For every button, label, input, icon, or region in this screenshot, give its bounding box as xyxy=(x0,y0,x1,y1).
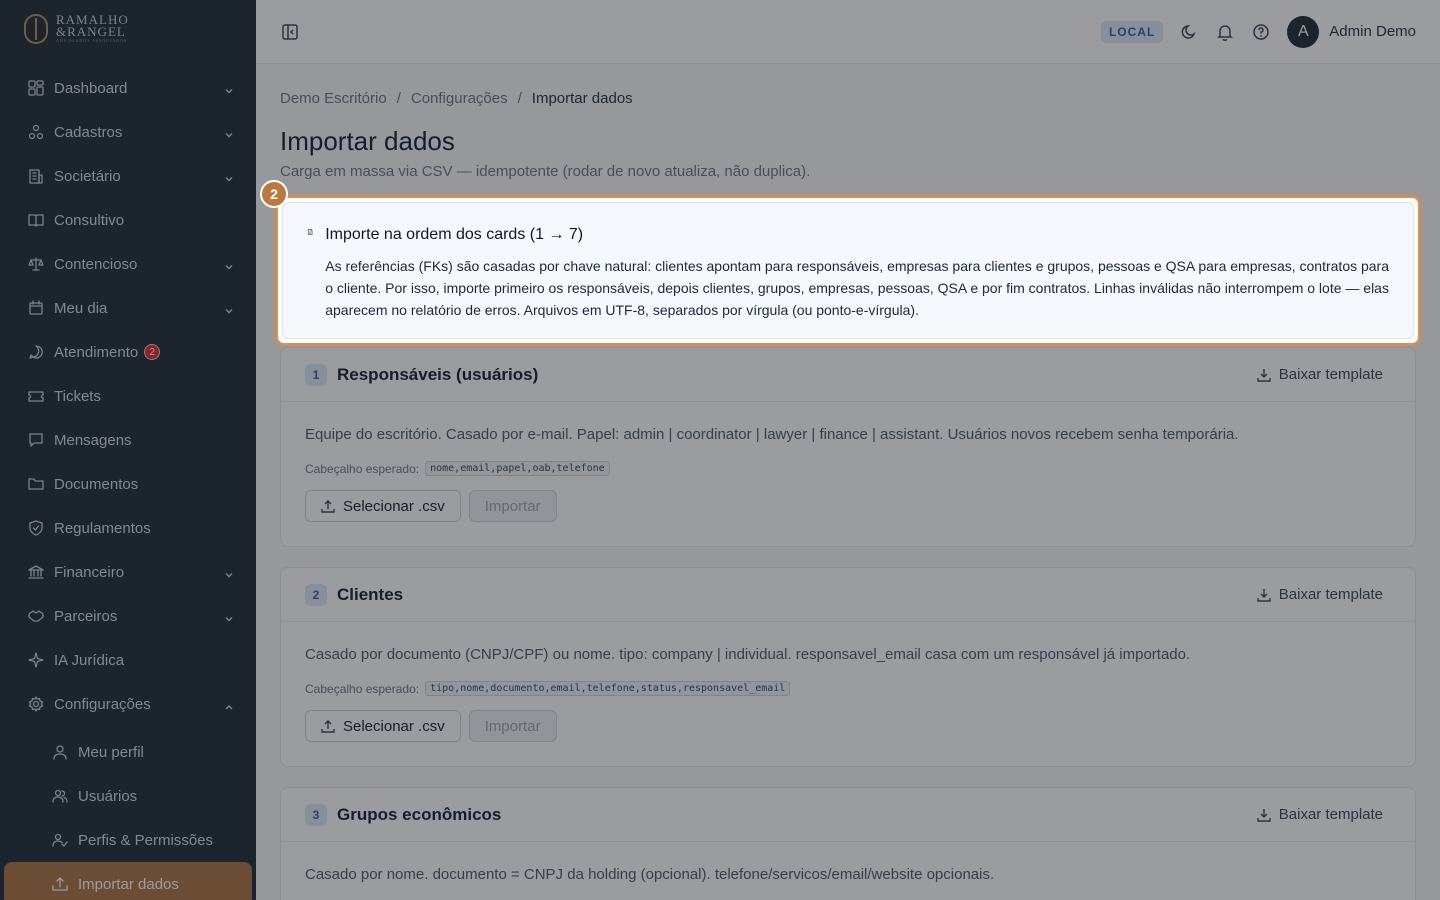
tour-callout: Importe na ordem dos cards (1 → 7) As re… xyxy=(282,202,1414,339)
tour-step-badge: 2 xyxy=(260,180,288,208)
tour-content: Importe na ordem dos cards (1 → 7) As re… xyxy=(325,221,1389,338)
tour-text: As referências (FKs) são casadas por cha… xyxy=(325,258,1390,318)
tour-title: Importe na ordem dos cards (1 → 7) xyxy=(325,226,584,243)
file-text-icon xyxy=(307,229,313,235)
tour-highlight: Importe na ordem dos cards (1 → 7) As re… xyxy=(276,196,1420,345)
tour-overlay[interactable] xyxy=(0,0,1440,900)
